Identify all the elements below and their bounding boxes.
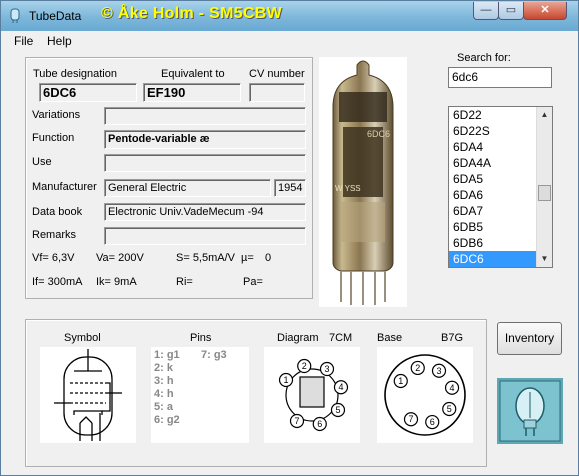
cv-number-label: CV number: [249, 68, 305, 80]
pin-row: 3: h: [154, 375, 174, 387]
manufacturer-label: Manufacturer: [32, 181, 97, 193]
svg-text:6DC6: 6DC6: [367, 129, 390, 139]
base-diagram: 1 2 34 5 6 7: [377, 347, 473, 443]
window-title: TubeData: [29, 9, 82, 23]
base-pin-number: 3: [436, 366, 441, 376]
symbol-label: Symbol: [64, 332, 101, 344]
pin-row: 4: h: [154, 388, 174, 400]
pins-label: Pins: [190, 332, 212, 344]
tube-symbol-diagram: [40, 347, 136, 443]
diagram-pin-number: 6: [317, 419, 322, 429]
equivalent-to-field[interactable]: EF190: [143, 83, 241, 102]
diagram-pin-number: 7: [294, 416, 299, 426]
list-scrollbar[interactable]: ▲ ▼: [536, 107, 552, 267]
pin-row: 5: a: [154, 401, 173, 413]
variations-label: Variations: [32, 109, 81, 121]
menu-file[interactable]: File: [14, 34, 33, 48]
param-if: If= 300mA: [32, 276, 83, 288]
manufacturer-field[interactable]: General Electric: [104, 179, 271, 197]
base-pin-number: 2: [415, 363, 420, 373]
tubedata-logo: [497, 378, 563, 444]
data-book-field[interactable]: Electronic Univ.VadeMecum -94: [104, 203, 306, 221]
use-label: Use: [32, 156, 52, 168]
cv-number-field[interactable]: [249, 83, 305, 102]
pin-row: 2: k: [154, 362, 173, 374]
variations-field[interactable]: [104, 107, 306, 125]
param-s: S= 5,5mA/V: [176, 252, 236, 264]
remarks-label: Remarks: [32, 229, 77, 241]
diagram-code: 7CM: [329, 332, 353, 344]
param-mu: µ=: [241, 252, 254, 264]
diagram-pin-number: 1: [284, 375, 289, 385]
pin-row: 7: g3: [201, 349, 227, 361]
search-label: Search for:: [457, 52, 511, 64]
pins-column-1: 1: g1 2: k 3: h 4: h 5: a 6: g2: [154, 349, 180, 427]
tube-list[interactable]: 6D22 6D22S 6DA4 6DA4A 6DA5 6DA6 6DA7 6DB5 6DB6 6D…: [448, 106, 553, 268]
function-field[interactable]: Pentode-variable æ: [104, 130, 306, 149]
data-book-label: Data book: [32, 206, 83, 218]
pin-row: 6: g2: [154, 414, 180, 426]
base-pin-number: 5: [447, 404, 452, 414]
remarks-field[interactable]: [104, 227, 306, 245]
menu-bar: File Help: [2, 32, 577, 50]
diagram-pin-number: 3: [324, 364, 329, 374]
use-field[interactable]: [104, 154, 306, 172]
diagram-label: Diagram: [277, 332, 319, 344]
base-pin-number: 4: [450, 383, 455, 393]
scroll-up-icon[interactable]: ▲: [537, 107, 552, 123]
year-field[interactable]: 1954: [274, 179, 306, 197]
param-ik: Ik= 9mA: [96, 276, 137, 288]
diagram-pin-number: 5: [335, 405, 340, 415]
param-pa: Pa=: [243, 276, 263, 288]
pins-column-2: 7: g3: [201, 349, 227, 362]
connection-diagram: 1 2 34 5 6 7: [264, 347, 360, 443]
search-input[interactable]: 6dc6: [448, 67, 552, 88]
tube-photo: 6DC6 W YSS: [319, 57, 407, 307]
scroll-thumb[interactable]: [538, 184, 551, 201]
base-pin-number: 7: [408, 414, 413, 424]
scroll-down-icon[interactable]: ▼: [537, 251, 552, 267]
diagram-pin-number: 2: [302, 361, 307, 371]
svg-text:W YSS: W YSS: [335, 184, 361, 193]
param-ri: Ri=: [176, 276, 193, 288]
tube-designation-field[interactable]: 6DC6: [39, 83, 137, 102]
maximize-button[interactable]: ▭: [498, 2, 524, 20]
equivalent-to-label: Equivalent to: [161, 68, 225, 80]
menu-help[interactable]: Help: [47, 34, 72, 48]
title-bar[interactable]: TubeData © Åke Holm - SM5CBW — ▭ ✕: [1, 1, 578, 31]
diagram-pin-number: 4: [338, 382, 343, 392]
app-tube-icon: [10, 8, 20, 23]
window-credit: © Åke Holm - SM5CBW: [101, 5, 283, 22]
function-label: Function: [32, 132, 75, 144]
param-mu-value: 0: [265, 252, 272, 264]
close-button[interactable]: ✕: [523, 2, 567, 20]
param-vf: Vf= 6,3V: [32, 252, 75, 264]
pin-row: 1: g1: [154, 349, 180, 361]
tube-designation-label: Tube designation: [33, 68, 117, 80]
pins-box: 1: g1 2: k 3: h 4: h 5: a 6: g2 7: g3: [151, 347, 249, 443]
base-code: B7G: [441, 332, 464, 344]
minimize-button[interactable]: —: [473, 2, 499, 20]
inventory-button[interactable]: Inventory: [497, 322, 562, 355]
param-va: Va= 200V: [96, 252, 144, 264]
app-window: TubeData © Åke Holm - SM5CBW — ▭ ✕ File …: [0, 0, 579, 476]
base-pin-number: 1: [398, 376, 403, 386]
base-pin-number: 6: [430, 417, 435, 427]
base-label: Base: [377, 332, 403, 344]
